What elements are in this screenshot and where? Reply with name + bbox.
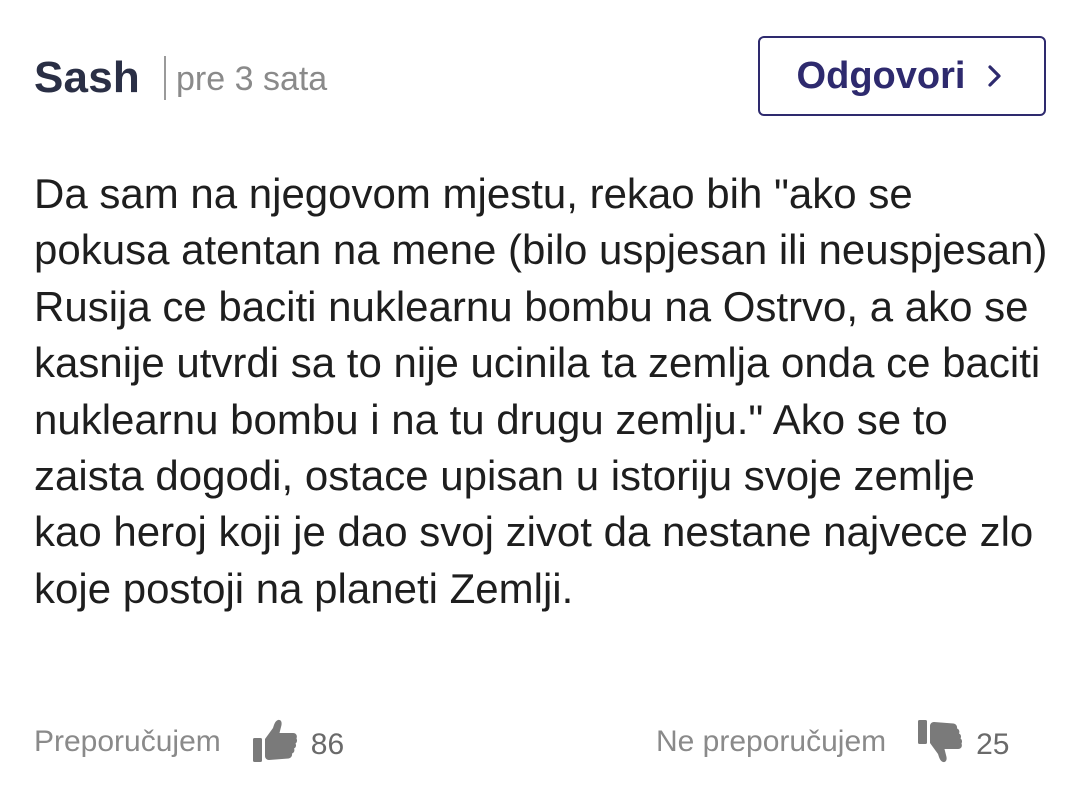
timestamp: pre 3 sata [176,60,328,98]
chevron-right-icon [988,65,1002,87]
recommend-group: Preporučujem 86 [34,712,344,772]
thumbs-up-icon [252,719,297,762]
thumbs-down-icon [918,720,963,763]
comment-card: Sash pre 3 sata Odgovori Da sam na njego… [0,0,1080,793]
recommend-count: 86 [310,728,345,761]
thumbs-down-button[interactable] [916,718,964,766]
author-name[interactable]: Sash [34,52,140,104]
vote-bar: Preporučujem 86 Ne preporučujem 25 [34,712,1034,772]
comment-body: Da sam na njegovom mjestu, rekao bih "ak… [34,170,1048,612]
thumbs-up-button[interactable] [251,718,299,766]
not-recommend-count: 25 [976,728,1010,761]
header-divider [164,56,166,100]
reply-button-label: Odgovori [796,55,966,97]
comment-header: Sash pre 3 sata Odgovori [34,36,1046,120]
reply-button[interactable]: Odgovori [758,36,1046,116]
not-recommend-label: Ne preporučujem [656,725,887,758]
recommend-label: Preporučujem [34,725,221,758]
not-recommend-group: Ne preporučujem 25 [656,712,1010,772]
